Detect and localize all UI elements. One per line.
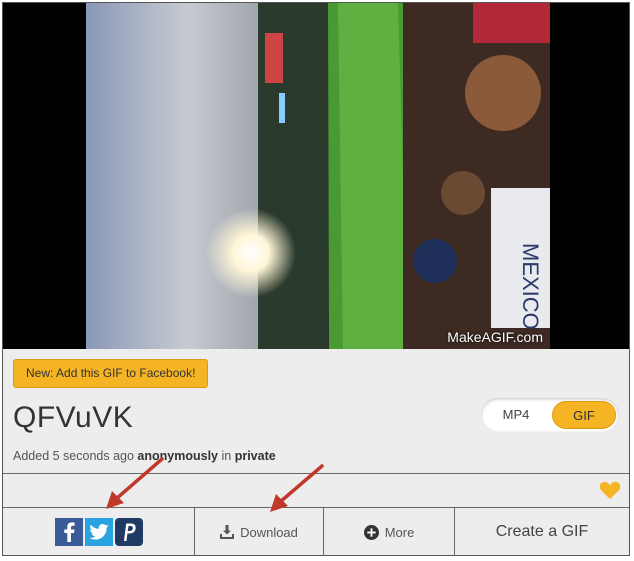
gif-preview[interactable]: MEXICO MakeAGIF.com	[3, 3, 629, 349]
mp4-option[interactable]: MP4	[481, 398, 551, 432]
gif-card: MEXICO MakeAGIF.com New: Add this GIF to…	[2, 2, 630, 556]
privacy-status: private	[234, 449, 276, 463]
gif-option[interactable]: GIF	[552, 401, 616, 429]
svg-text:MEXICO: MEXICO	[518, 243, 543, 330]
divider	[3, 473, 629, 474]
plus-circle-icon	[363, 524, 379, 540]
create-gif-button[interactable]: Create a GIF	[455, 508, 629, 556]
download-label: Download	[240, 524, 298, 540]
more-button[interactable]: More	[324, 508, 455, 556]
added-in: in	[218, 449, 235, 463]
share-buttons	[3, 508, 195, 556]
watermark: MakeAGIF.com	[447, 329, 543, 345]
stadium-image: MEXICO	[86, 3, 550, 349]
added-prefix: Added	[13, 449, 53, 463]
format-toggle: MP4 GIF	[481, 398, 619, 432]
added-time: 5 seconds ago	[52, 449, 134, 463]
twitter-icon[interactable]	[84, 518, 113, 546]
added-by: anonymously	[137, 449, 218, 463]
download-button[interactable]: Download	[195, 508, 324, 556]
facebook-icon[interactable]	[54, 518, 83, 546]
added-info: Added 5 seconds ago anonymously in priva…	[13, 449, 276, 463]
gif-title: QFVuVK	[13, 401, 134, 434]
download-icon	[220, 525, 235, 539]
add-to-facebook-button[interactable]: New: Add this GIF to Facebook!	[13, 359, 209, 388]
action-bar: Download More Create a GIF	[3, 508, 629, 556]
pinterest-icon[interactable]	[114, 518, 143, 546]
heart-icon[interactable]	[599, 480, 621, 505]
more-label: More	[384, 524, 415, 540]
